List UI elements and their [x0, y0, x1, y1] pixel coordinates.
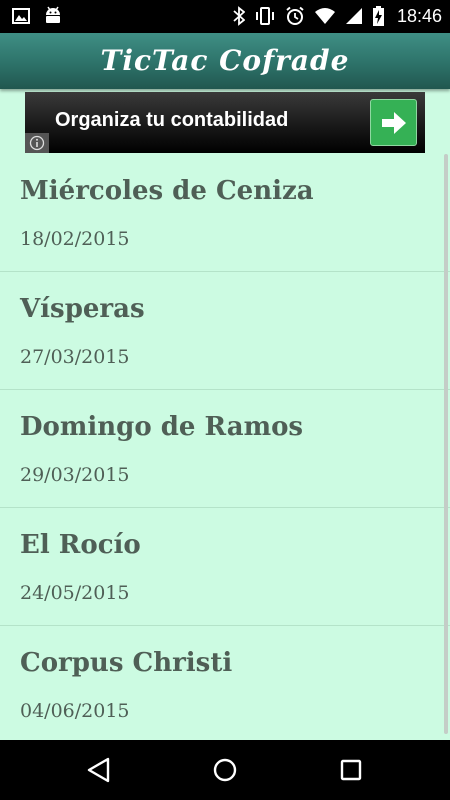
android-icon: [44, 6, 62, 26]
navigation-bar: [0, 740, 450, 800]
event-list[interactable]: Miércoles de Ceniza 18/02/2015 Vísperas …: [0, 154, 450, 740]
ad-action-button[interactable]: [370, 99, 417, 146]
list-item[interactable]: Domingo de Ramos 29/03/2015: [0, 390, 450, 508]
alarm-icon: [285, 6, 305, 26]
event-date: 04/06/2015: [20, 700, 130, 722]
home-icon[interactable]: [212, 757, 238, 787]
list-scrollbar[interactable]: [444, 154, 448, 734]
event-name: Corpus Christi: [20, 648, 233, 678]
back-icon[interactable]: [86, 757, 112, 787]
status-clock: 18:46: [396, 5, 442, 26]
event-date: 27/03/2015: [20, 346, 130, 368]
battery-charging-icon: [372, 6, 385, 26]
event-name: Miércoles de Ceniza: [20, 176, 314, 206]
ad-text[interactable]: Organiza tu contabilidad: [55, 109, 288, 132]
app-title: TicTac Cofrade: [100, 44, 350, 77]
event-name: Vísperas: [20, 294, 145, 324]
signal-icon: [345, 7, 363, 25]
wifi-icon: [314, 7, 336, 25]
event-date: 29/03/2015: [20, 464, 130, 486]
bluetooth-icon: [233, 6, 245, 26]
ad-banner[interactable]: Organiza tu contabilidad: [25, 92, 425, 153]
status-bar: 18:46: [0, 0, 450, 33]
event-name: Domingo de Ramos: [20, 412, 304, 442]
list-item[interactable]: Vísperas 27/03/2015: [0, 272, 450, 390]
app-bar: TicTac Cofrade: [0, 33, 450, 89]
ad-info-button[interactable]: [25, 133, 49, 153]
list-item[interactable]: Corpus Christi 04/06/2015: [0, 626, 450, 740]
vibrate-icon: [254, 6, 276, 26]
recents-icon[interactable]: [338, 757, 364, 787]
image-icon: [12, 7, 30, 25]
list-item[interactable]: El Rocío 24/05/2015: [0, 508, 450, 626]
event-date: 24/05/2015: [20, 582, 130, 604]
event-date: 18/02/2015: [20, 228, 130, 250]
event-name: El Rocío: [20, 530, 141, 560]
list-item[interactable]: Miércoles de Ceniza 18/02/2015: [0, 154, 450, 272]
